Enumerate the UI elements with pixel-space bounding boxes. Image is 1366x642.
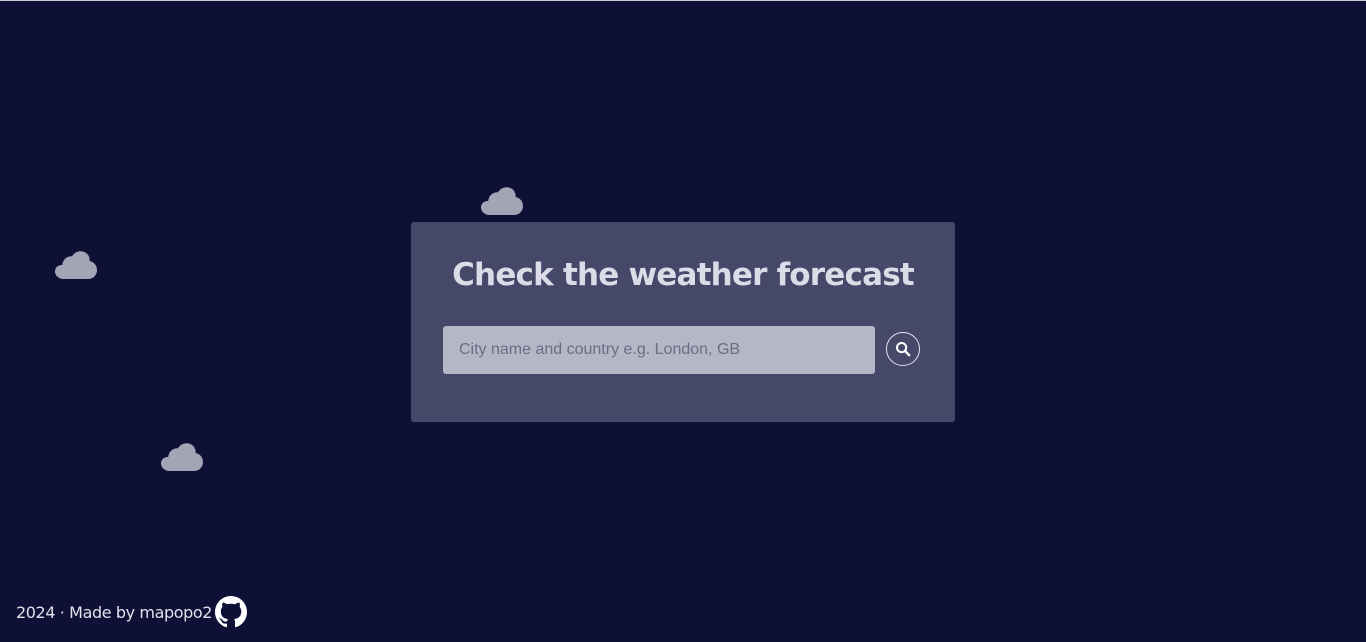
search-icon [896, 342, 911, 357]
footer-credit: 2024 · Made by mapopo2 [16, 602, 213, 622]
github-icon [215, 596, 248, 628]
cloud-icon [481, 187, 523, 215]
cloud-icon [55, 251, 97, 279]
search-card: Check the weather forecast [411, 222, 955, 422]
search-input[interactable] [443, 326, 875, 374]
footer: 2024 · Made by mapopo2 [16, 596, 248, 628]
top-border-line [0, 0, 1366, 1]
search-button[interactable] [886, 332, 920, 366]
github-link[interactable] [215, 596, 248, 628]
cloud-icon [161, 443, 203, 471]
page-title: Check the weather forecast [452, 257, 915, 293]
